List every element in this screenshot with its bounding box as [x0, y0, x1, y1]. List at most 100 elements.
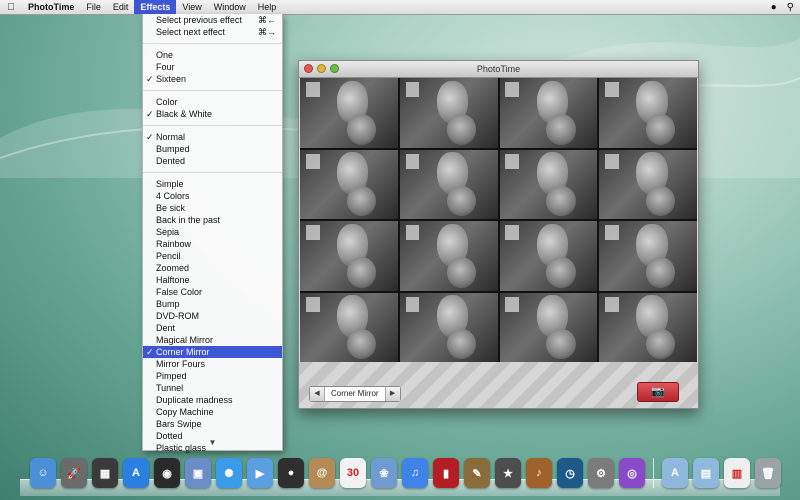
menu-item-effects[interactable]: Zoomed: [143, 262, 282, 274]
menu-item-effects[interactable]: Bump: [143, 298, 282, 310]
face-shape: [446, 257, 476, 288]
iphoto-icon[interactable]: ❀: [371, 458, 397, 488]
menu-item-distortion[interactable]: ✓ Normal: [143, 131, 282, 143]
menu-view[interactable]: View: [176, 0, 207, 14]
preview-tile: [399, 78, 498, 148]
menu-item-label: One: [156, 50, 174, 60]
menu-item-effects[interactable]: Pimped: [143, 370, 282, 382]
next-effect-button[interactable]: ▶: [385, 387, 400, 401]
photobooth-icon[interactable]: ●: [278, 458, 304, 488]
menu-file[interactable]: File: [80, 0, 107, 14]
menu-item-color[interactable]: ✓ Black & White: [143, 108, 282, 120]
user-icon[interactable]: ●: [771, 2, 777, 13]
menu-item-grid[interactable]: ✓ Sixteen: [143, 73, 282, 85]
facetime-icon[interactable]: ▶: [247, 458, 273, 488]
take-photo-button[interactable]: 📷: [637, 382, 679, 402]
menu-item-effects[interactable]: Pencil: [143, 250, 282, 262]
menu-item-nav[interactable]: Select previous effect ⌘←: [143, 14, 282, 26]
menu-item-effects[interactable]: Copy Machine: [143, 406, 282, 418]
face-shape: [346, 185, 377, 217]
time-machine-icon[interactable]: ◷: [557, 458, 583, 488]
menu-item-effects[interactable]: Halftone: [143, 274, 282, 286]
imovie-icon[interactable]: ★: [495, 458, 521, 488]
menu-item-label: Back in the past: [156, 215, 221, 225]
photo-app-icon[interactable]: ✎: [464, 458, 490, 488]
menu-item-label: Duplicate madness: [156, 395, 233, 405]
menu-item-effects[interactable]: ✓ Corner Mirror: [143, 346, 282, 358]
face-shape: [546, 257, 576, 288]
menu-item-effects[interactable]: Dent: [143, 322, 282, 334]
preview-icon[interactable]: ▣: [185, 458, 211, 488]
menu-item-label: Tunnel: [156, 383, 184, 393]
previous-effect-button[interactable]: ◀: [310, 387, 324, 401]
documents-folder-icon[interactable]: ▤: [693, 458, 719, 488]
itunes-icon[interactable]: ♫: [402, 458, 428, 488]
launchpad-icon[interactable]: 🚀: [61, 458, 87, 488]
menu-item-effects[interactable]: Duplicate madness: [143, 394, 282, 406]
menu-window[interactable]: Window: [208, 0, 252, 14]
menu-item-effects[interactable]: 4 Colors: [143, 190, 282, 202]
lamp-shape: [605, 153, 619, 169]
menu-item-effects[interactable]: Tunnel: [143, 382, 282, 394]
menu-item-color[interactable]: Color: [143, 96, 282, 108]
face-shape: [546, 328, 576, 360]
menu-item-effects[interactable]: Be sick: [143, 202, 282, 214]
menu-item-distortion[interactable]: Dented: [143, 155, 282, 167]
menu-item-label: Select next effect: [156, 27, 225, 37]
downloads-stack-icon[interactable]: ▥: [724, 458, 750, 488]
photo-booth-app-icon[interactable]: ▮: [433, 458, 459, 488]
minimize-button[interactable]: [317, 64, 326, 73]
app-store-icon[interactable]: A: [123, 458, 149, 488]
menu-item-effects[interactable]: DVD-ROM: [143, 310, 282, 322]
mission-control-icon[interactable]: ▦: [92, 458, 118, 488]
menu-item-distortion[interactable]: Bumped: [143, 143, 282, 155]
preview-tile: [399, 221, 498, 291]
contacts-icon[interactable]: @: [309, 458, 335, 488]
apple-menu-icon[interactable]: : [0, 2, 22, 13]
menu-item-effects[interactable]: Bars Swipe: [143, 418, 282, 430]
window-titlebar[interactable]: PhotoTime: [299, 61, 698, 78]
calendar-icon[interactable]: 30: [340, 458, 366, 488]
menu-item-nav[interactable]: Select next effect ⌘→: [143, 26, 282, 38]
menu-item-label: 4 Colors: [156, 191, 190, 201]
safari-icon[interactable]: ✺: [216, 458, 242, 488]
spotlight-search-icon[interactable]: ⚲: [787, 2, 794, 13]
menu-item-label: Bumped: [156, 144, 190, 154]
checkmark-icon: ✓: [146, 109, 154, 119]
menu-item-label: Corner Mirror: [156, 347, 210, 357]
menu-item-effects[interactable]: Rainbow: [143, 238, 282, 250]
menu-item-effects[interactable]: Back in the past: [143, 214, 282, 226]
dashboard-icon[interactable]: ◉: [154, 458, 180, 488]
system-preferences-icon[interactable]: ⚙: [588, 458, 614, 488]
applications-folder-icon[interactable]: A: [662, 458, 688, 488]
preview-tile: [399, 292, 498, 362]
checkmark-icon: ✓: [146, 74, 154, 84]
menu-item-label: Zoomed: [156, 263, 190, 273]
preview-tile: [599, 221, 697, 291]
menu-help[interactable]: Help: [252, 0, 283, 14]
menu-item-grid[interactable]: Four: [143, 61, 282, 73]
face-shape: [346, 114, 377, 145]
menu-item-effects[interactable]: False Color: [143, 286, 282, 298]
menu-item-label: Color: [156, 97, 178, 107]
menu-item-effects[interactable]: Mirror Fours: [143, 358, 282, 370]
lamp-shape: [405, 225, 420, 241]
menu-app-name[interactable]: PhotoTime: [22, 0, 80, 14]
menu-separator: [143, 90, 282, 91]
menu-item-effects[interactable]: Simple: [143, 178, 282, 190]
menu-item-effects[interactable]: Sepia: [143, 226, 282, 238]
close-button[interactable]: [304, 64, 313, 73]
phototime-window: PhotoTime ◀ Corner Mirror ▶ 📷: [298, 60, 699, 409]
garageband-icon[interactable]: ♪: [526, 458, 552, 488]
menu-item-effects[interactable]: Magical Mirror: [143, 334, 282, 346]
scroll-down-arrow-icon[interactable]: ▼: [143, 438, 282, 447]
finder-icon[interactable]: ☺: [30, 458, 56, 488]
face-shape: [446, 185, 476, 217]
menu-effects[interactable]: Effects: [134, 0, 177, 14]
menu-item-grid[interactable]: One: [143, 49, 282, 61]
zoom-button[interactable]: [330, 64, 339, 73]
menu-edit[interactable]: Edit: [107, 0, 135, 14]
color-picker-icon[interactable]: ◎: [619, 458, 645, 488]
trash-icon[interactable]: 🗑: [755, 458, 781, 488]
window-title: PhotoTime: [476, 64, 521, 74]
